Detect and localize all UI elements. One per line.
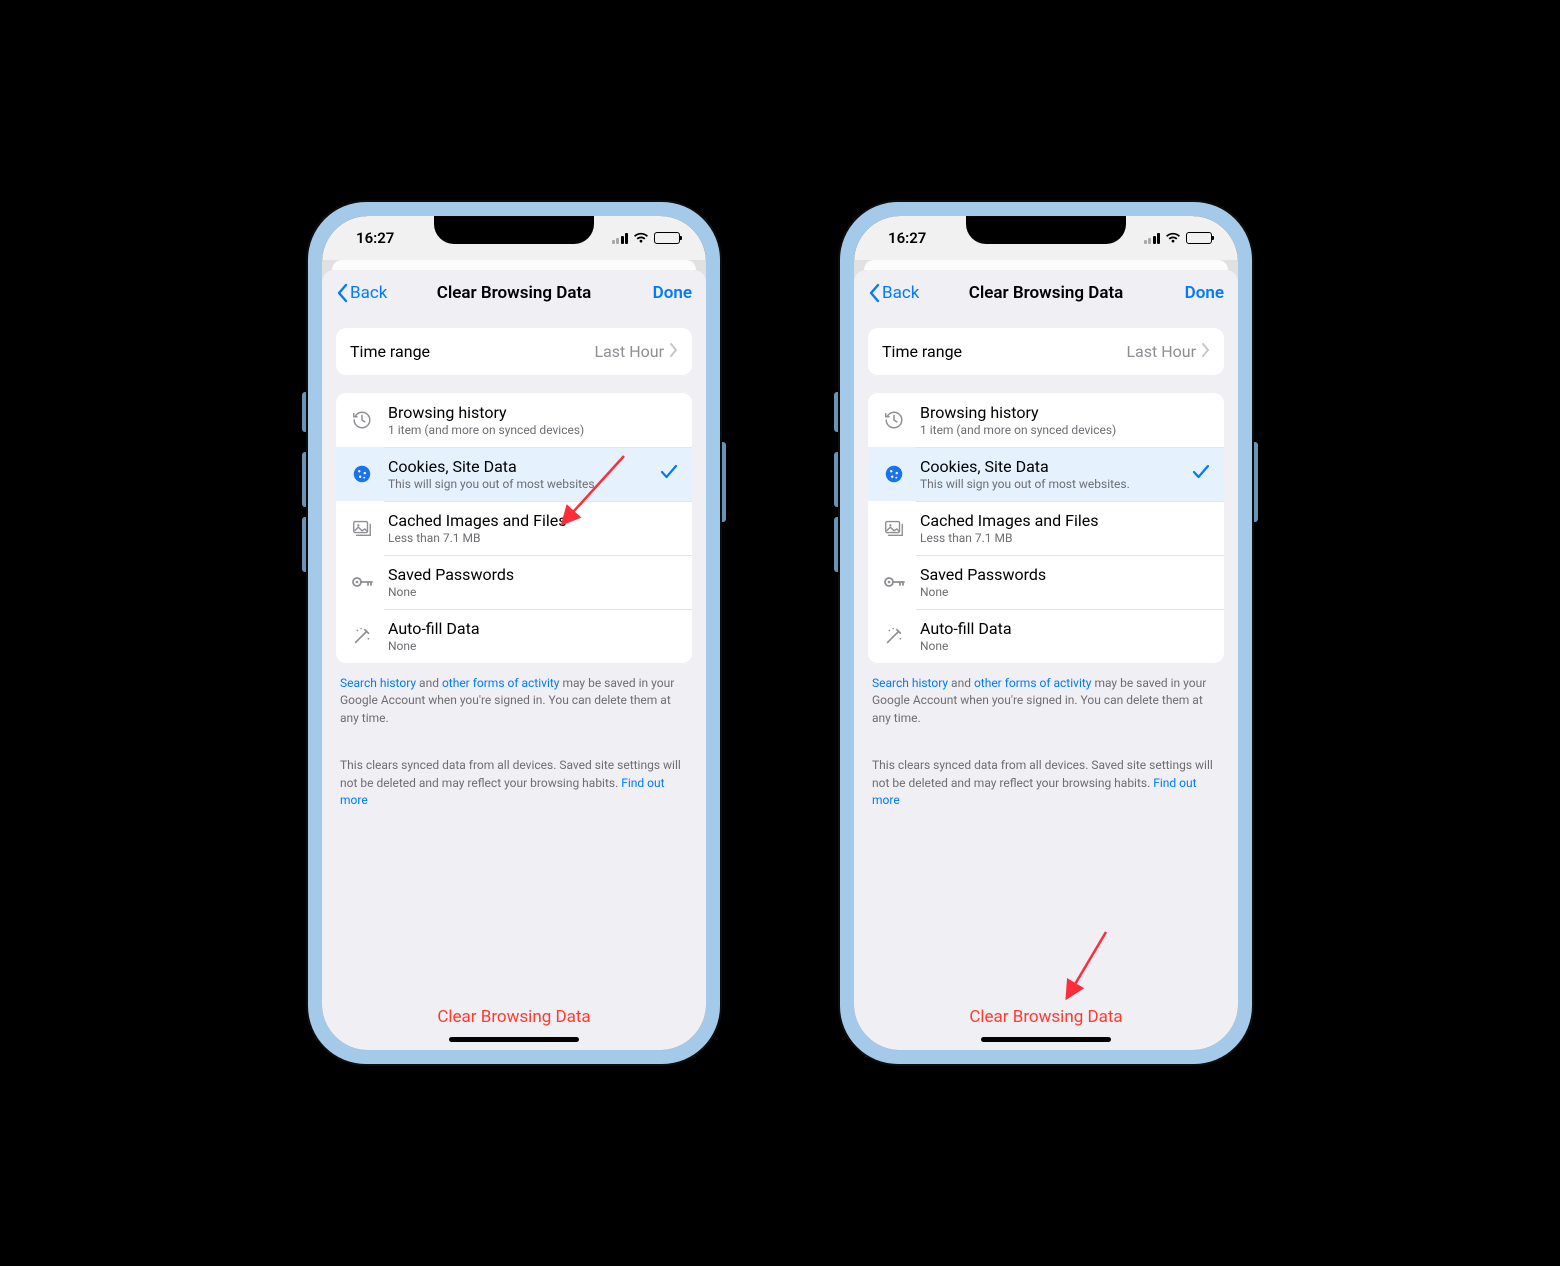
footnote-sync: This clears synced data from all devices… [868, 745, 1224, 809]
row-sub: None [388, 639, 678, 653]
done-button[interactable]: Done [653, 283, 692, 303]
nav-bar: Back Clear Browsing Data Done [322, 270, 706, 316]
page-title: Clear Browsing Data [969, 283, 1124, 303]
row-title: Saved Passwords [920, 565, 1210, 584]
chevron-right-icon [1202, 342, 1210, 361]
wifi-icon [1165, 232, 1181, 244]
row-cached-images[interactable]: Cached Images and Files Less than 7.1 MB [336, 501, 692, 555]
footnote-activity: Search history and other forms of activi… [336, 663, 692, 727]
battery-icon [1186, 232, 1212, 244]
search-history-link[interactable]: Search history [340, 676, 416, 690]
row-sub: 1 item (and more on synced devices) [920, 423, 1210, 437]
battery-icon [654, 232, 680, 244]
chevron-right-icon [670, 342, 678, 361]
wand-icon [350, 624, 374, 648]
footnote-activity: Search history and other forms of activi… [868, 663, 1224, 727]
page-title: Clear Browsing Data [437, 283, 592, 303]
row-title: Cached Images and Files [388, 511, 678, 530]
data-types-group: Browsing history 1 item (and more on syn… [336, 393, 692, 663]
key-icon [350, 570, 374, 594]
modal-sheet: Back Clear Browsing Data Done Time range… [322, 270, 706, 1050]
row-sub: None [920, 585, 1210, 599]
search-history-link[interactable]: Search history [872, 676, 948, 690]
row-title: Auto-fill Data [388, 619, 678, 638]
row-title: Auto-fill Data [920, 619, 1210, 638]
row-browsing-history[interactable]: Browsing history 1 item (and more on syn… [336, 393, 692, 447]
data-types-group: Browsing history 1 item (and more on syn… [868, 393, 1224, 663]
row-sub: This will sign you out of most websites. [388, 477, 652, 491]
back-label: Back [882, 283, 919, 303]
row-passwords[interactable]: Saved Passwords None [868, 555, 1224, 609]
wand-icon [882, 624, 906, 648]
row-sub: 1 item (and more on synced devices) [388, 423, 678, 437]
time-range-label: Time range [882, 342, 1126, 361]
row-passwords[interactable]: Saved Passwords None [336, 555, 692, 609]
row-title: Browsing history [388, 403, 678, 422]
back-label: Back [350, 283, 387, 303]
cookie-icon [350, 462, 374, 486]
row-title: Cached Images and Files [920, 511, 1210, 530]
time-range-group: Time range Last Hour [868, 328, 1224, 375]
time-range-row[interactable]: Time range Last Hour [336, 328, 692, 375]
image-icon [350, 516, 374, 540]
status-time: 16:27 [888, 229, 926, 247]
row-sub: Less than 7.1 MB [388, 531, 678, 545]
time-range-value: Last Hour [594, 342, 664, 361]
history-icon [350, 408, 374, 432]
screen: 16:27 Back Clear Browsing Data Done [854, 216, 1238, 1050]
row-browsing-history[interactable]: Browsing history 1 item (and more on syn… [868, 393, 1224, 447]
home-indicator[interactable] [449, 1037, 579, 1042]
nav-bar: Back Clear Browsing Data Done [854, 270, 1238, 316]
row-autofill[interactable]: Auto-fill Data None [868, 609, 1224, 663]
phone-frame-right: 16:27 Back Clear Browsing Data Done [840, 202, 1252, 1064]
key-icon [882, 570, 906, 594]
clear-browsing-data-button[interactable]: Clear Browsing Data [868, 995, 1224, 1031]
row-title: Browsing history [920, 403, 1210, 422]
back-button[interactable]: Back [868, 283, 919, 303]
other-activity-link[interactable]: other forms of activity [442, 676, 560, 690]
row-cookies[interactable]: Cookies, Site Data This will sign you ou… [868, 447, 1224, 501]
row-title: Saved Passwords [388, 565, 678, 584]
cellular-icon [612, 233, 629, 244]
back-button[interactable]: Back [336, 283, 387, 303]
phone-frame-left: 16:27 Back Clear Browsing Data Done [308, 202, 720, 1064]
time-range-group: Time range Last Hour [336, 328, 692, 375]
row-sub: None [920, 639, 1210, 653]
done-button[interactable]: Done [1185, 283, 1224, 303]
row-cached-images[interactable]: Cached Images and Files Less than 7.1 MB [868, 501, 1224, 555]
notch [434, 216, 594, 244]
notch [966, 216, 1126, 244]
other-activity-link[interactable]: other forms of activity [974, 676, 1092, 690]
row-title: Cookies, Site Data [388, 457, 652, 476]
wifi-icon [633, 232, 649, 244]
home-indicator[interactable] [981, 1037, 1111, 1042]
checkmark-icon [1192, 464, 1210, 484]
time-range-row[interactable]: Time range Last Hour [868, 328, 1224, 375]
cellular-icon [1144, 233, 1161, 244]
clear-browsing-data-button[interactable]: Clear Browsing Data [336, 995, 692, 1031]
image-icon [882, 516, 906, 540]
history-icon [882, 408, 906, 432]
row-title: Cookies, Site Data [920, 457, 1184, 476]
row-sub: Less than 7.1 MB [920, 531, 1210, 545]
screen: 16:27 Back Clear Browsing Data Done [322, 216, 706, 1050]
time-range-label: Time range [350, 342, 594, 361]
row-autofill[interactable]: Auto-fill Data None [336, 609, 692, 663]
time-range-value: Last Hour [1126, 342, 1196, 361]
modal-sheet: Back Clear Browsing Data Done Time range… [854, 270, 1238, 1050]
row-sub: This will sign you out of most websites. [920, 477, 1184, 491]
cookie-icon [882, 462, 906, 486]
row-cookies[interactable]: Cookies, Site Data This will sign you ou… [336, 447, 692, 501]
footnote-sync: This clears synced data from all devices… [336, 745, 692, 809]
row-sub: None [388, 585, 678, 599]
checkmark-icon [660, 464, 678, 484]
status-time: 16:27 [356, 229, 394, 247]
